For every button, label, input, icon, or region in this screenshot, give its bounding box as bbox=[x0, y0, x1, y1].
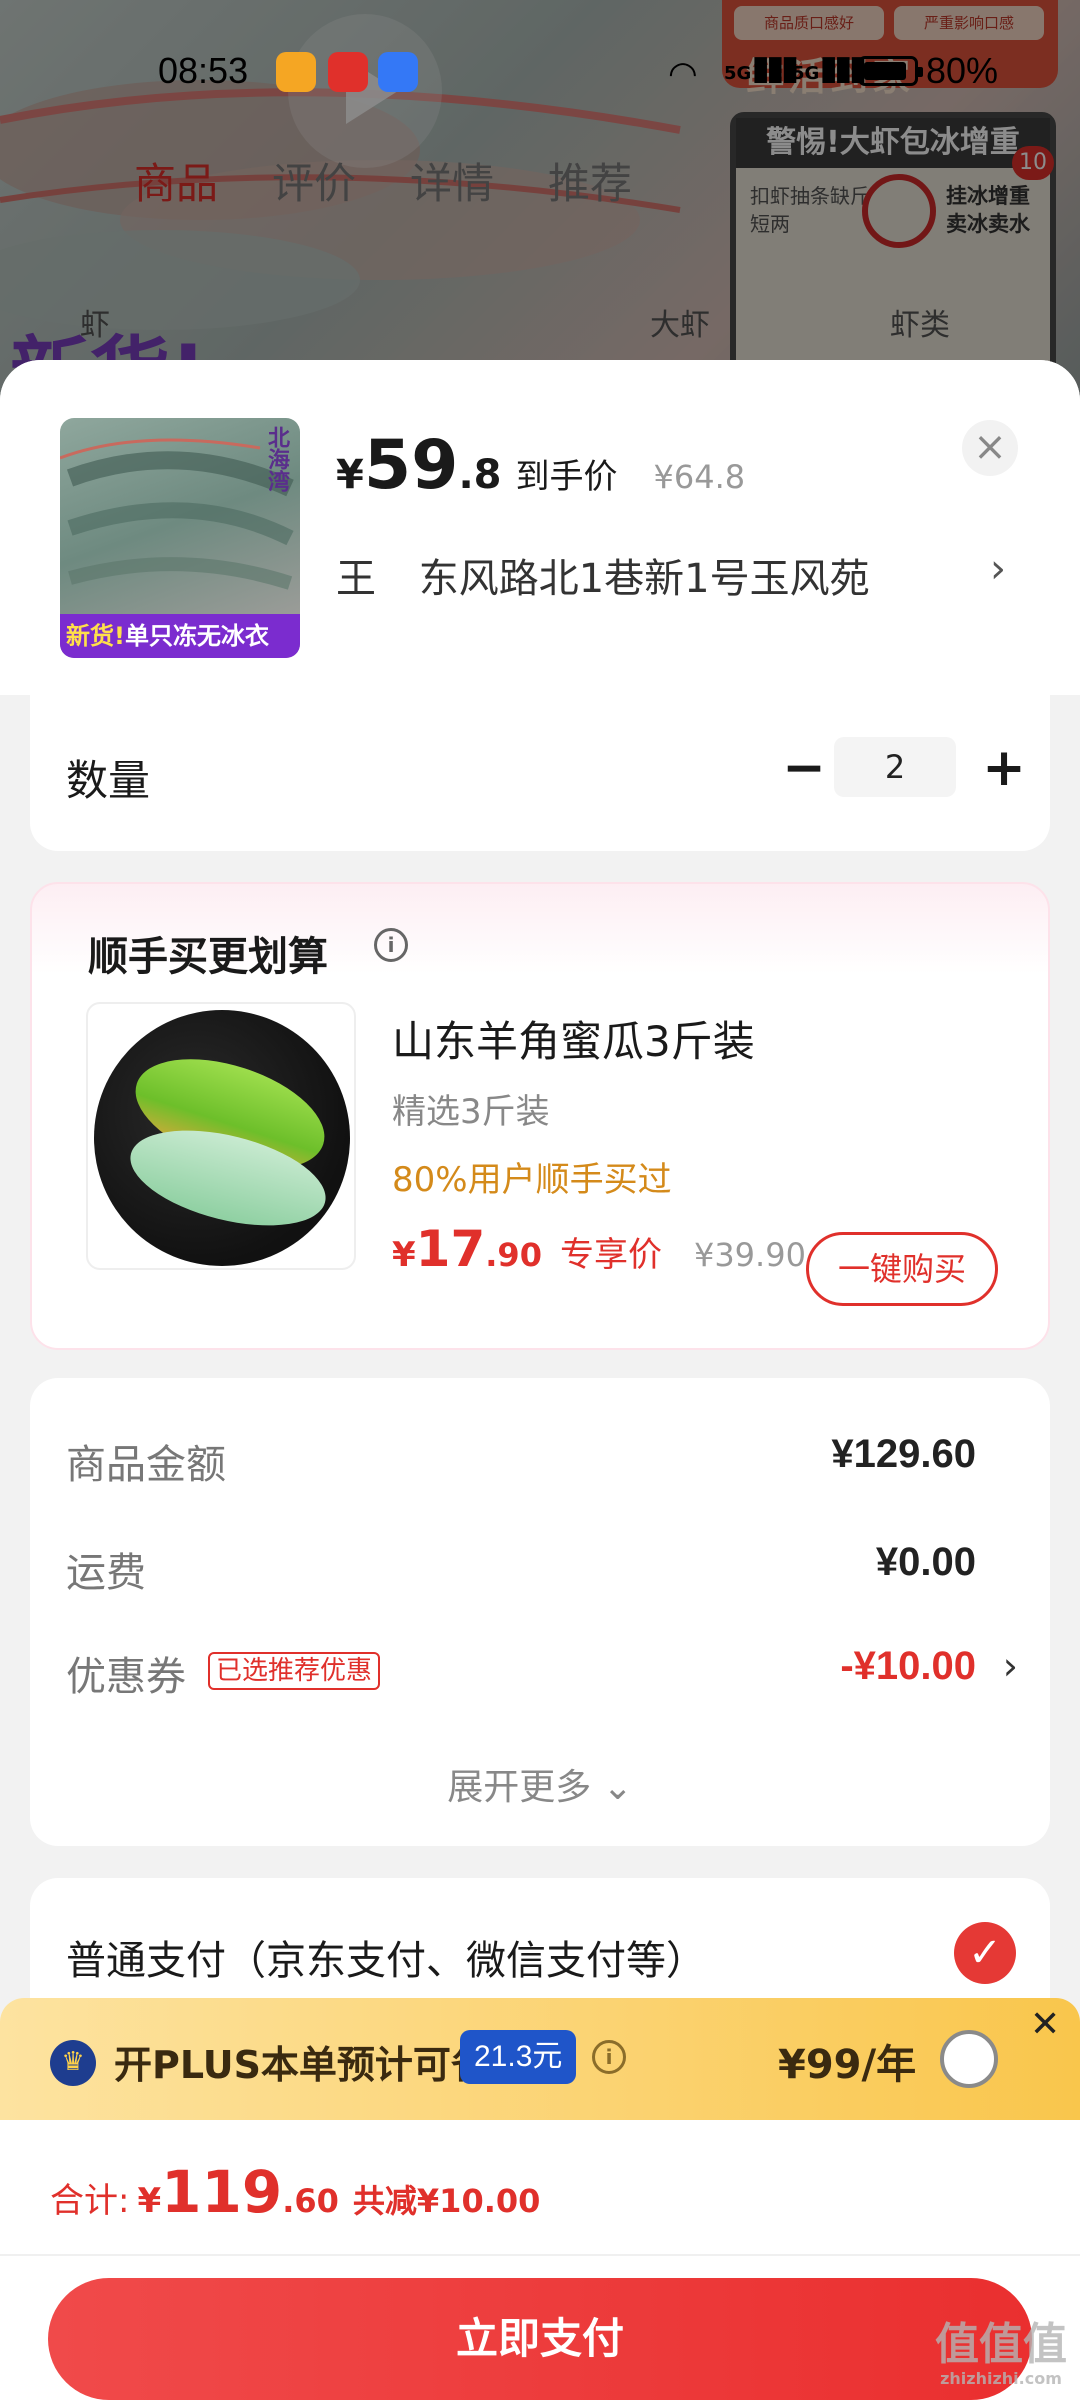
crown-icon: ♛ bbox=[50, 2040, 96, 2086]
expand-more-button[interactable]: 展开更多 ⌄ bbox=[30, 1758, 1050, 1810]
info-icon[interactable]: i bbox=[374, 928, 408, 962]
one-click-buy-button[interactable]: 一键购买 bbox=[806, 1232, 998, 1306]
original-price: ¥64.8 bbox=[653, 458, 746, 496]
network-type: 5G bbox=[724, 63, 752, 84]
battery-icon bbox=[858, 56, 923, 86]
pay-now-button[interactable]: 立即支付 bbox=[48, 2278, 1032, 2400]
product-price: ¥ 59 .8 到手价 ¥64.8 bbox=[336, 426, 745, 505]
coupon-badge: 已选推荐优惠 bbox=[208, 1652, 381, 1690]
amount-label: 商品金额 bbox=[66, 1442, 226, 1488]
payment-method-label[interactable]: 普通支付（京东支付、微信支付等） bbox=[66, 1928, 706, 1986]
quantity-input[interactable] bbox=[834, 737, 956, 797]
upsell-card: 顺手买更划算 i 山东羊角蜜瓜3斤装 精选3斤装 80%用户顺手买过 ¥ 17 … bbox=[30, 882, 1050, 1350]
decrease-quantity-button[interactable]: − bbox=[776, 737, 832, 803]
upsell-product-spec: 精选3斤装 bbox=[392, 1092, 550, 1132]
shipping-address: 东风路北1巷新1号玉风苑 bbox=[418, 556, 870, 602]
price-label: 专享价 bbox=[559, 1235, 662, 1275]
brand-logo: 北海湾 bbox=[264, 426, 289, 492]
baidu-icon bbox=[378, 52, 418, 92]
original-price: ¥39.90 bbox=[693, 1236, 806, 1274]
shipping-label: 运费 bbox=[66, 1550, 146, 1596]
battery-level: 80% bbox=[926, 50, 999, 91]
price-label: 到手价 bbox=[515, 457, 618, 497]
network-type: 5G bbox=[792, 63, 820, 84]
increase-quantity-button[interactable]: + bbox=[976, 737, 1032, 803]
plus-savings-badge: 21.3元 bbox=[460, 2030, 577, 2084]
status-time: 08:53 bbox=[158, 50, 249, 91]
product-tag-new: 新货! bbox=[66, 622, 125, 650]
price-decimal: .8 bbox=[458, 452, 502, 498]
watermark-logo: 值值值 zhizhizhi.com bbox=[926, 2320, 1076, 2396]
status-bar: 08:53 ◠ 5G▮▮▮ 5G▮▮▮ 80% bbox=[0, 0, 1080, 140]
product-tag: 新货!单只冻无冰衣 bbox=[60, 614, 300, 658]
weibo-icon bbox=[276, 52, 316, 92]
upsell-product-name[interactable]: 山东羊角蜜瓜3斤装 bbox=[392, 1008, 755, 1069]
price-integer: 59 bbox=[363, 426, 459, 505]
recipient-name: 王 bbox=[336, 556, 376, 602]
price-currency: ¥ bbox=[392, 1235, 416, 1275]
info-icon[interactable]: i bbox=[592, 2040, 626, 2074]
summary-row-coupon[interactable]: 优惠券 已选推荐优惠 -¥10.00 › bbox=[66, 1644, 1026, 1704]
order-total: 合计: ¥ 119 .60 共减¥10.00 bbox=[50, 2158, 540, 2226]
total-currency: ¥ bbox=[137, 2181, 162, 2221]
plus-select-radio[interactable] bbox=[940, 2030, 998, 2088]
watermark-main: 值值值 bbox=[935, 2319, 1067, 2370]
signal-icon: 5G▮▮▮ bbox=[724, 48, 799, 88]
close-button[interactable]: × bbox=[962, 420, 1018, 476]
total-integer: 119 bbox=[161, 2158, 283, 2226]
address-selector[interactable]: 王 东风路北1巷新1号玉风苑 bbox=[336, 546, 1026, 602]
summary-row-amount: 商品金额 ¥129.60 bbox=[66, 1432, 1026, 1492]
quantity-label: 数量 bbox=[66, 756, 151, 805]
plus-price: ¥99/年 bbox=[778, 2042, 917, 2088]
chevron-right-icon[interactable]: › bbox=[990, 546, 1006, 592]
watermark-url: zhizhizhi.com bbox=[940, 2369, 1062, 2388]
upsell-title: 顺手买更划算 bbox=[88, 934, 328, 980]
plus-membership-banner[interactable]: ♛ 开PLUS本单预计可省 21.3元 i ¥99/年 ✕ bbox=[0, 1998, 1080, 2120]
quantity-card: 数量 − + bbox=[30, 695, 1050, 851]
product-header: 北海湾 新货!单只冻无冰衣 ¥ 59 .8 到手价 ¥64.8 × 王 东风路北… bbox=[0, 360, 1080, 695]
divider bbox=[0, 2254, 1080, 2256]
plus-promo-text: 开PLUS本单预计可省 bbox=[114, 2043, 489, 2087]
signal-icon: 5G▮▮▮ bbox=[792, 48, 867, 88]
wifi-icon: ◠ bbox=[668, 54, 698, 94]
close-icon[interactable]: ✕ bbox=[1030, 2004, 1060, 2045]
upsell-social-proof: 80%用户顺手买过 bbox=[392, 1160, 672, 1200]
check-icon[interactable]: ✓ bbox=[954, 1922, 1016, 1984]
checkout-bottom-bar: 合计: ¥ 119 .60 共减¥10.00 立即支付 bbox=[0, 2120, 1080, 2400]
product-thumbnail: 北海湾 新货!单只冻无冰衣 bbox=[60, 418, 300, 658]
melon-image[interactable] bbox=[86, 1002, 356, 1270]
price-decimal: .90 bbox=[485, 1236, 542, 1274]
upsell-price: ¥ 17 .90 专享价 ¥39.90 bbox=[392, 1220, 806, 1278]
total-discount: 共减¥10.00 bbox=[352, 2182, 541, 2220]
total-label: 合计: bbox=[50, 2181, 130, 2221]
notification-app-icon bbox=[328, 52, 368, 92]
shipping-value: ¥0.00 bbox=[875, 1540, 976, 1584]
checkout-sheet: 北海湾 新货!单只冻无冰衣 ¥ 59 .8 到手价 ¥64.8 × 王 东风路北… bbox=[0, 360, 1080, 2400]
coupon-value: -¥10.00 bbox=[840, 1644, 976, 1688]
total-decimal: .60 bbox=[282, 2182, 339, 2220]
coupon-label: 优惠券 bbox=[66, 1654, 186, 1700]
chevron-right-icon[interactable]: › bbox=[1003, 1644, 1018, 1688]
summary-row-shipping: 运费 ¥0.00 bbox=[66, 1540, 1026, 1600]
order-summary-card: 商品金额 ¥129.60 运费 ¥0.00 优惠券 已选推荐优惠 -¥10.00… bbox=[30, 1378, 1050, 1846]
product-tag-text: 单只冻无冰衣 bbox=[124, 622, 269, 650]
amount-value: ¥129.60 bbox=[831, 1432, 976, 1476]
price-currency: ¥ bbox=[336, 452, 364, 498]
price-integer: 17 bbox=[415, 1220, 486, 1278]
